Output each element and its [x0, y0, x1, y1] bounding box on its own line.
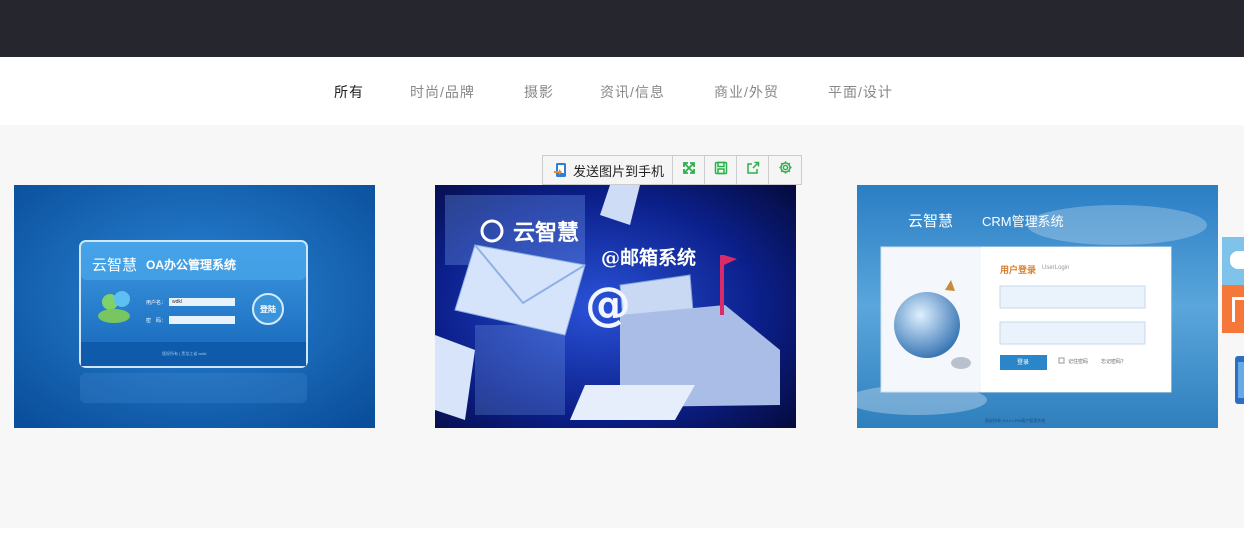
top-header-bar: [0, 0, 1244, 57]
nav-item-all[interactable]: 所有: [334, 82, 364, 102]
share-image-button[interactable]: [737, 156, 770, 184]
mail-brand-text: 云智慧: [513, 220, 580, 246]
crm-footer-text: 版权所有 2014 CRM客户管理系统: [985, 418, 1046, 423]
chat-bubble-icon: [1230, 251, 1244, 269]
image-settings-button[interactable]: [769, 156, 801, 184]
crm-system-text: CRM管理系统: [982, 214, 1064, 229]
save-image-button[interactable]: [705, 156, 738, 184]
app-icon: [1238, 362, 1244, 398]
send-to-phone-button[interactable]: 发送图片到手机: [543, 156, 674, 184]
crm-brand-text: 云智慧: [908, 212, 954, 230]
category-nav: 所有 时尚/品牌 摄影 资讯/信息 商业/外贸 平面/设计: [0, 57, 1244, 125]
side-promo-widget[interactable]: [1222, 285, 1244, 333]
crm-remember-text: 记住密码: [1068, 359, 1089, 365]
share-icon: [746, 161, 760, 180]
nav-item-news-info[interactable]: 资讯/信息: [600, 82, 665, 102]
oa-footer-text: 版权所有 | 黑龙江省 wdkl: [162, 351, 207, 356]
crm-login-title: 用户登录: [1000, 265, 1037, 275]
thumbnail-oa-system[interactable]: 云智慧 OA办公管理系统 用户名： wdkl 密 码： 登陆 版权所有 | 黑龙…: [14, 185, 375, 428]
crm-login-button-text: 登录: [1017, 360, 1030, 366]
svg-text:@: @: [585, 277, 631, 331]
crm-login-subtitle: UserLogin: [1042, 265, 1070, 271]
nav-item-business-trade[interactable]: 商业/外贸: [714, 82, 779, 102]
save-icon: [714, 161, 728, 180]
side-app-widget[interactable]: [1235, 356, 1244, 404]
thumbnail-crm-system[interactable]: 云智慧 CRM管理系统 用户登录 UserLogin 登录 记住密码 忘记密码？…: [857, 185, 1218, 428]
side-chat-widget[interactable]: [1222, 237, 1244, 285]
nav-item-fashion-brand[interactable]: 时尚/品牌: [410, 82, 475, 102]
oa-system-text: OA办公管理系统: [146, 258, 237, 272]
nav-item-graphic-design[interactable]: 平面/设计: [828, 82, 893, 102]
oa-login-image: [14, 185, 375, 428]
mail-system-image: @: [435, 185, 796, 428]
expand-icon: [682, 161, 696, 180]
mail-system-text: @邮箱系统: [601, 247, 697, 269]
oa-login-button-text: 登陆: [260, 305, 276, 314]
phone-transfer-icon: [553, 162, 569, 178]
promo-glyph-icon: [1232, 297, 1244, 322]
image-toolbar: 发送图片到手机: [542, 155, 803, 185]
oa-brand-text: 云智慧: [92, 257, 138, 274]
oa-user-label: 用户名：: [146, 300, 167, 306]
send-to-phone-label: 发送图片到手机: [573, 163, 665, 179]
oa-pass-label: 密 码：: [146, 318, 167, 324]
thumbnail-mail-system[interactable]: @ 云智慧 @邮箱系统: [435, 185, 796, 428]
oa-user-value: wdkl: [172, 299, 183, 305]
nav-item-photography[interactable]: 摄影: [524, 82, 554, 102]
settings-icon: [778, 160, 793, 180]
crm-forgot-text: 忘记密码？: [1101, 359, 1127, 365]
fullscreen-button[interactable]: [673, 156, 706, 184]
